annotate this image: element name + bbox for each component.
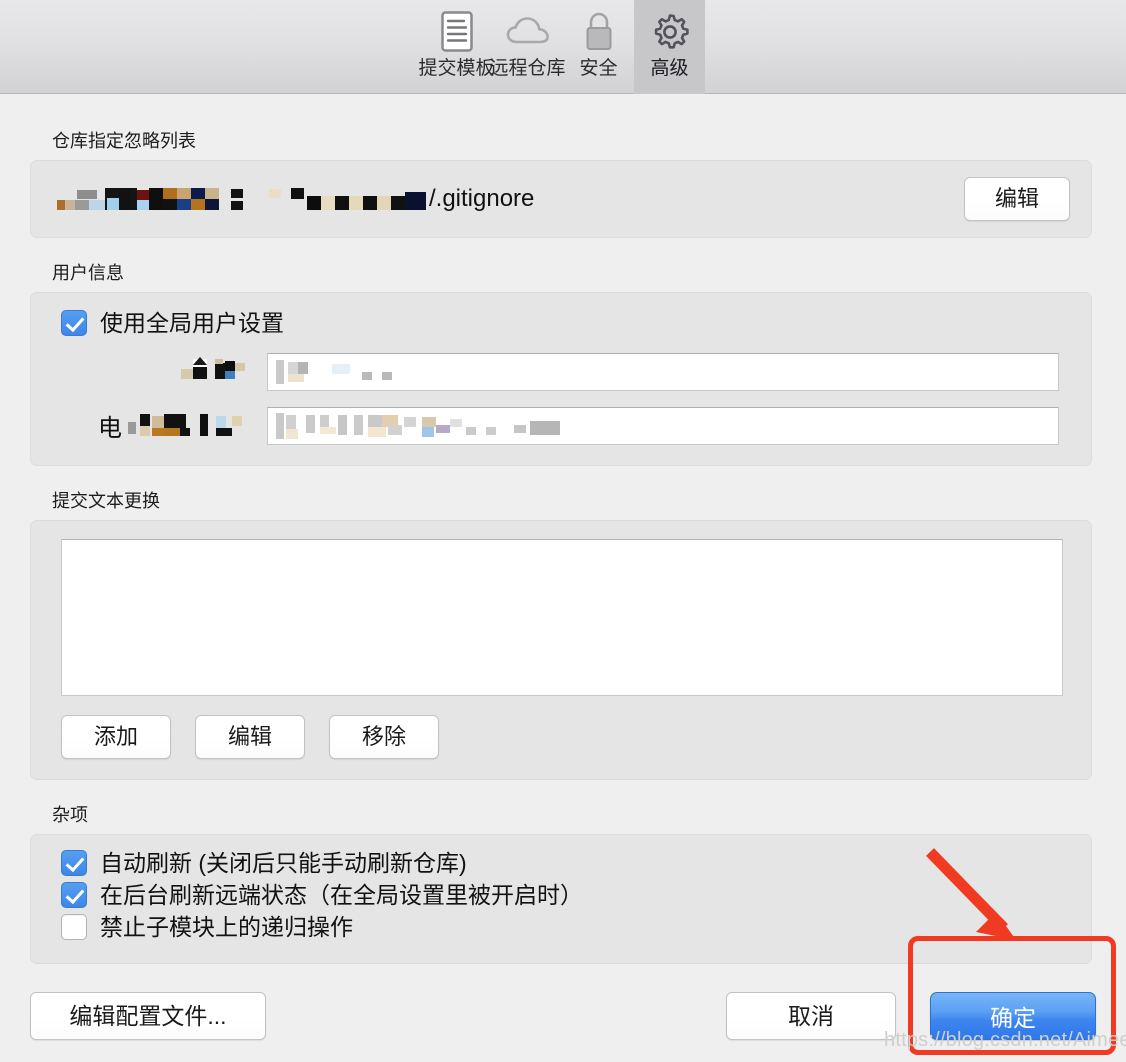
- commit-text-list[interactable]: [61, 539, 1063, 696]
- edit-ignore-button[interactable]: 编辑: [964, 177, 1070, 221]
- preferences-toolbar: 提交模板 远程仓库 安全 高级: [0, 0, 1126, 94]
- background-remote-refresh-checkbox[interactable]: [61, 882, 87, 908]
- tab-label: 高级: [650, 58, 689, 79]
- section-user-info: 用户信息 使用全局用户设置 电: [0, 262, 1126, 466]
- lock-icon: [581, 7, 617, 57]
- redacted-path-mosaic: [55, 186, 427, 212]
- edit-config-file-button[interactable]: 编辑配置文件...: [30, 992, 266, 1040]
- use-global-user-settings-row[interactable]: 使用全局用户设置: [31, 309, 1091, 337]
- svg-text:电: 电: [98, 414, 122, 442]
- toolbar-tab-list: 提交模板 远程仓库 安全 高级: [418, 0, 705, 94]
- email-field-label-redacted: 电: [31, 410, 267, 442]
- edit-button[interactable]: 编辑: [195, 715, 305, 759]
- use-global-user-settings-label: 使用全局用户设置: [100, 310, 284, 336]
- misc-option-auto-refresh[interactable]: 自动刷新 (关闭后只能手动刷新仓库): [31, 849, 1091, 877]
- remove-button[interactable]: 移除: [329, 715, 439, 759]
- disable-submodule-recursion-checkbox[interactable]: [61, 914, 87, 940]
- email-field-row: 电: [31, 407, 1091, 445]
- section-title-misc: 杂项: [52, 805, 88, 825]
- auto-refresh-checkbox[interactable]: [61, 850, 87, 876]
- auto-refresh-label: 自动刷新 (关闭后只能手动刷新仓库): [100, 850, 467, 876]
- misc-panel: 自动刷新 (关闭后只能手动刷新仓库) 在后台刷新远端状态（在全局设置里被开启时）…: [30, 834, 1092, 964]
- add-button[interactable]: 添加: [61, 715, 171, 759]
- disable-submodule-recursion-label: 禁止子模块上的递归操作: [100, 914, 353, 940]
- tab-label: 安全: [579, 58, 618, 79]
- use-global-user-settings-checkbox[interactable]: [61, 310, 87, 336]
- ignore-path-suffix: /.gitignore: [429, 185, 535, 212]
- tab-label: 远程仓库: [489, 58, 566, 79]
- section-ignore-list: 仓库指定忽略列表 /.gitignore 编辑: [0, 130, 1126, 238]
- tab-remote-repository[interactable]: 远程仓库: [489, 0, 566, 94]
- tab-advanced[interactable]: 高级: [634, 0, 705, 94]
- section-title-commit-text: 提交文本更换: [52, 491, 160, 511]
- email-input[interactable]: [267, 407, 1059, 445]
- background-remote-refresh-label: 在后台刷新远端状态（在全局设置里被开启时）: [100, 882, 583, 908]
- advanced-settings-pane: 仓库指定忽略列表 /.gitignore 编辑 用户信息 使用全局用户设置 电 …: [0, 130, 1126, 1040]
- footer-right-buttons: 取消 确定: [726, 992, 1096, 1040]
- commit-text-panel: 添加 编辑 移除: [30, 520, 1092, 780]
- section-title-ignore: 仓库指定忽略列表: [52, 131, 196, 151]
- document-lines-icon: [438, 7, 476, 57]
- name-field-label-redacted: [31, 357, 267, 387]
- commit-text-button-row: 添加 编辑 移除: [61, 715, 1063, 759]
- misc-option-disable-submodule-recursion[interactable]: 禁止子模块上的递归操作: [31, 913, 1091, 941]
- cancel-button[interactable]: 取消: [726, 992, 896, 1040]
- section-misc: 杂项 自动刷新 (关闭后只能手动刷新仓库) 在后台刷新远端状态（在全局设置里被开…: [0, 804, 1126, 964]
- name-input[interactable]: [267, 353, 1059, 391]
- dialog-footer: 编辑配置文件... 取消 确定: [0, 992, 1126, 1040]
- cloud-icon: [505, 7, 551, 57]
- tab-label: 提交模板: [418, 58, 495, 79]
- section-title-user-info: 用户信息: [52, 263, 124, 283]
- tab-commit-template[interactable]: 提交模板: [418, 0, 495, 94]
- ignore-panel: /.gitignore 编辑: [30, 160, 1092, 238]
- misc-option-background-remote-refresh[interactable]: 在后台刷新远端状态（在全局设置里被开启时）: [31, 881, 1091, 909]
- tab-security[interactable]: 安全: [563, 0, 634, 94]
- section-commit-text-replace: 提交文本更换 添加 编辑 移除: [0, 490, 1126, 780]
- ignore-path-value: /.gitignore: [55, 185, 534, 213]
- name-field-row: [31, 353, 1091, 391]
- user-info-panel: 使用全局用户设置 电: [30, 292, 1092, 466]
- ok-button[interactable]: 确定: [930, 992, 1096, 1040]
- gear-icon: [649, 7, 691, 57]
